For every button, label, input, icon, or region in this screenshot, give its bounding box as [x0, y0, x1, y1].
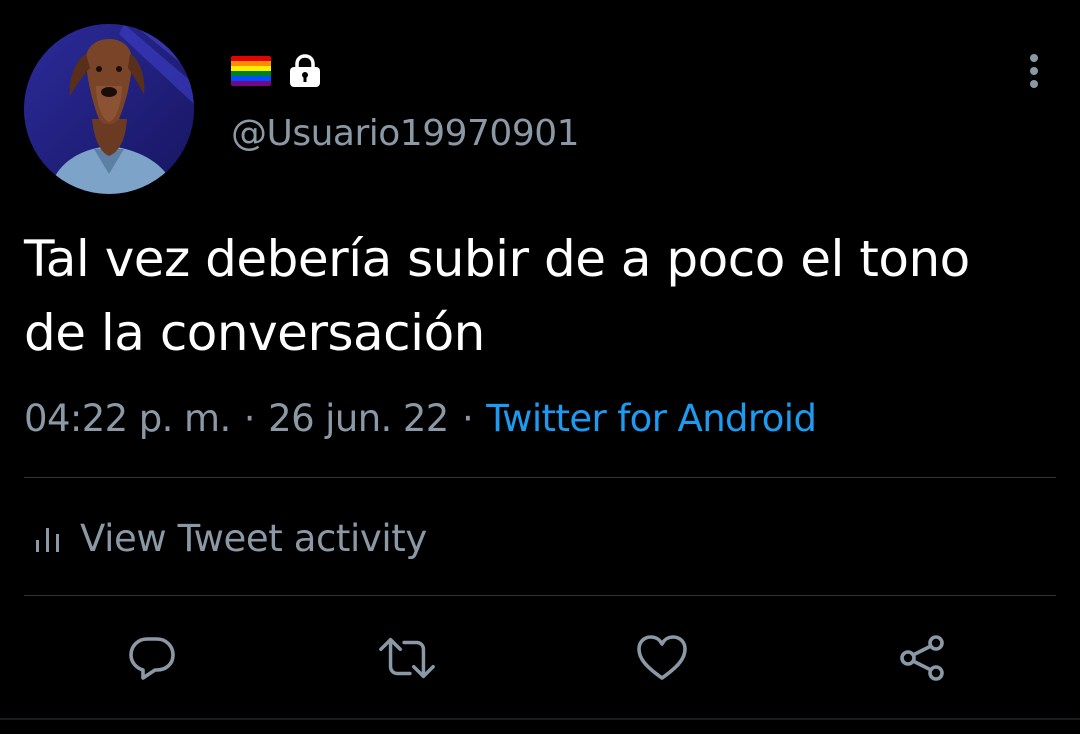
reply-icon — [129, 637, 175, 680]
lock-icon — [290, 54, 320, 87]
user-handle[interactable]: @Usuario19970901 — [231, 112, 580, 156]
like-button[interactable] — [632, 628, 692, 688]
reply-button[interactable] — [122, 628, 182, 688]
pride-flag-emoji — [231, 56, 271, 86]
meta-separator: · — [243, 397, 256, 440]
tweet-time: 04:22 p. m. — [24, 397, 231, 440]
avatar[interactable] — [24, 24, 194, 194]
divider — [24, 595, 1056, 596]
bottom-divider — [0, 718, 1080, 720]
tweet-text-line: Tal vez debería subir de a poco el tono — [24, 230, 970, 288]
retweet-icon — [379, 637, 435, 679]
flag-stripe-purple — [231, 81, 271, 86]
view-tweet-activity-button[interactable]: View Tweet activity — [34, 512, 427, 564]
tweet-source-link[interactable]: Twitter for Android — [486, 397, 817, 440]
retweet-button[interactable] — [377, 628, 437, 688]
tweet-date: 26 jun. 22 — [268, 397, 449, 440]
meta-separator: · — [461, 397, 474, 440]
share-icon — [900, 635, 944, 681]
heart-icon — [637, 635, 687, 680]
divider — [24, 477, 1056, 478]
avatar-image — [24, 24, 194, 194]
share-button[interactable] — [892, 628, 952, 688]
tweet-meta: 04:22 p. m. · 26 jun. 22 · Twitter for A… — [24, 394, 817, 444]
view-tweet-activity-label: View Tweet activity — [80, 516, 427, 560]
bar-chart-icon — [36, 528, 59, 552]
tweet-text-line: de la conversación — [24, 304, 485, 362]
display-name-row — [231, 54, 323, 88]
tweet-text: Tal vez debería subir de a poco el tono … — [24, 222, 1054, 370]
more-vertical-icon[interactable] — [1016, 50, 1052, 92]
